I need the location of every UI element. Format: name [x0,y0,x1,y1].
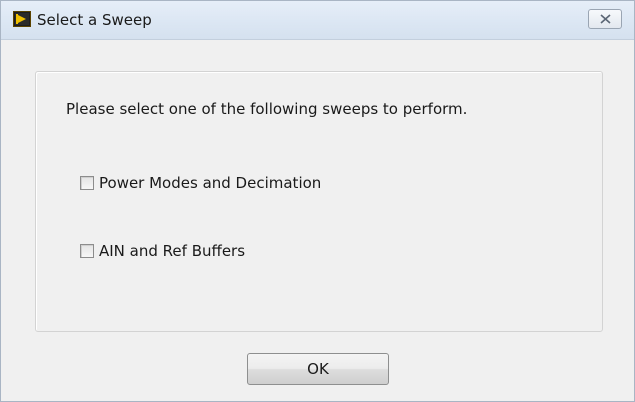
option-power-modes[interactable]: Power Modes and Decimation [80,173,321,193]
close-button[interactable] [588,9,622,29]
labview-run-icon [13,11,31,27]
ain-ref-buffers-checkbox[interactable] [80,244,94,258]
ok-button[interactable]: OK [247,353,389,385]
sweep-options-group: Please select one of the following sweep… [35,71,603,332]
power-modes-checkbox[interactable] [80,176,94,190]
option-ain-ref-buffers[interactable]: AIN and Ref Buffers [80,241,245,261]
power-modes-label: Power Modes and Decimation [99,174,322,192]
ain-ref-buffers-label: AIN and Ref Buffers [99,242,246,260]
window-title: Select a Sweep [37,11,152,29]
title-bar[interactable]: Select a Sweep [1,1,634,40]
dialog-window: Select a Sweep Please select one of the … [0,0,635,402]
close-icon [600,14,611,24]
instruction-text: Please select one of the following sweep… [66,100,468,118]
